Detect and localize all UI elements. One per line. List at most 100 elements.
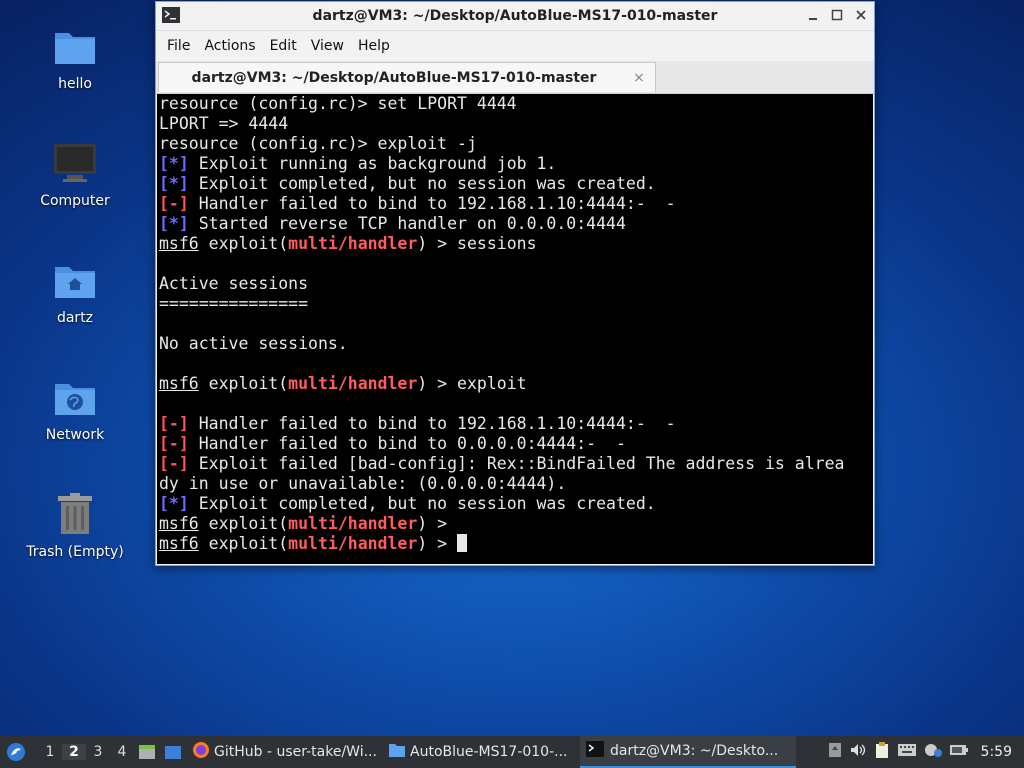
terminal-line: resource (config.rc)> exploit -j [159,134,871,154]
menu-view[interactable]: View [304,34,351,58]
minimize-button[interactable] [804,6,822,24]
battery-icon[interactable] [949,742,969,762]
terminal-line: [-] Handler failed to bind to 192.168.1.… [159,414,871,434]
clipboard-icon[interactable] [873,741,891,763]
error-tag: [-] [159,434,189,453]
line-text: resource (config.rc)> set LPORT 4444 [159,94,517,113]
line-text: LPORT => 4444 [159,114,289,133]
line-text: Started reverse TCP handler on 0.0.0.0:4… [188,214,626,233]
prompt-label: msf6 [159,374,199,393]
window-titlebar[interactable]: dartz@VM3: ~/Desktop/AutoBlue-MS17-010-m… [156,2,874,31]
tab-bar: dartz@VM3: ~/Desktop/AutoBlue-MS17-010-m… [156,61,874,94]
prompt-text: exploit( [198,514,289,533]
desktop-icon-trash[interactable]: Trash (Empty) [20,490,130,560]
terminal-line: dy in use or unavailable: (0.0.0.0:4444)… [159,474,871,494]
taskbar: 1 2 3 4 GitHub - user-take/Wi... AutoBlu… [0,736,1024,768]
workspace-1[interactable]: 1 [38,744,62,760]
folder-icon [51,22,99,70]
terminal-line: Active sessions [159,274,871,294]
terminal-window[interactable]: dartz@VM3: ~/Desktop/AutoBlue-MS17-010-m… [155,1,875,566]
text-cursor [457,534,468,552]
prompt-text: exploit( [198,234,289,253]
info-tag: [*] [159,214,189,233]
terminal-line: [*] Exploit running as background job 1. [159,154,871,174]
terminal-line: [*] Exploit completed, but no session wa… [159,494,871,514]
desktop-icon-label: hello [58,76,92,92]
module-name: multi/handler [288,514,418,533]
menu-edit[interactable]: Edit [263,34,304,58]
desktop-icon-dartz[interactable]: dartz [20,256,130,326]
info-tag: [*] [159,174,189,193]
close-button[interactable] [852,6,870,24]
desktop-icon-network[interactable]: Network [20,373,130,443]
desktop-icon-hello[interactable]: hello [20,22,130,92]
app-menu-button[interactable] [0,742,32,762]
line-text: Exploit running as background job 1. [188,154,557,173]
xfce-menu-icon [7,743,25,761]
task-file-manager[interactable]: AutoBlue-MS17-010-... [382,736,580,768]
terminal-line: msf6 exploit(multi/handler) > [159,514,871,534]
notification-icon[interactable] [827,742,843,762]
workspace-3[interactable]: 3 [86,744,110,760]
workspace-4[interactable]: 4 [110,744,134,760]
terminal-line: msf6 exploit(multi/handler) > exploit [159,374,871,394]
error-tag: [-] [159,194,189,213]
workspace-2[interactable]: 2 [62,744,86,760]
show-desktop-button[interactable] [134,744,160,760]
module-name: multi/handler [288,534,418,553]
network-folder-icon [51,373,99,421]
terminal-line: [*] Started reverse TCP handler on 0.0.0… [159,214,871,234]
line-text: Active sessions [159,274,309,293]
menu-help[interactable]: Help [351,34,397,58]
line-text: Exploit completed, but no session was cr… [188,494,656,513]
folder-icon [388,742,406,762]
line-text: Exploit failed [bad-config]: Rex::BindFa… [188,454,845,473]
window-list-button[interactable] [160,744,186,760]
network-status-icon[interactable] [923,742,943,762]
tab-terminal[interactable]: dartz@VM3: ~/Desktop/AutoBlue-MS17-010-m… [158,62,656,92]
terminal-line: =============== [159,294,871,314]
command-text: ) > exploit [417,374,527,393]
line-text: Handler failed to bind to 192.168.1.10:4… [188,414,676,433]
prompt-label: msf6 [159,514,199,533]
tab-label: dartz@VM3: ~/Desktop/AutoBlue-MS17-010-m… [191,69,597,86]
home-folder-icon [51,256,99,304]
minimize-icon [809,18,817,20]
task-label: GitHub - user-take/Wi... [214,744,377,760]
error-tag: [-] [159,454,189,473]
trash-icon [51,490,99,538]
terminal-icon [586,741,604,761]
task-github[interactable]: GitHub - user-take/Wi... [186,736,382,768]
window-icon [165,746,181,759]
task-terminal[interactable]: dartz@VM3: ~/Deskto... [580,736,796,768]
info-tag: [*] [159,154,189,173]
terminal-line: LPORT => 4444 [159,114,871,134]
menu-file[interactable]: File [160,34,197,58]
terminal-line: No active sessions. [159,334,871,354]
terminal-line: msf6 exploit(multi/handler) > [159,534,871,554]
terminal-output[interactable]: resource (config.rc)> set LPORT 4444 LPOR… [157,94,873,564]
computer-icon [51,139,99,187]
maximize-button[interactable] [828,6,846,24]
desktop-icon-label: dartz [56,310,94,326]
terminal-line: [-] Handler failed to bind to 192.168.1.… [159,194,871,214]
tab-close-button[interactable]: × [629,70,649,86]
keyboard-icon[interactable] [897,742,917,762]
command-text: ) > [417,534,458,553]
error-tag: [-] [159,414,189,433]
prompt-label: msf6 [159,234,199,253]
terminal-line: [-] Exploit failed [bad-config]: Rex::Bi… [159,454,871,474]
volume-icon[interactable] [849,742,867,762]
menu-actions[interactable]: Actions [197,34,262,58]
line-text: =============== [159,294,309,313]
clock[interactable]: 5:59 [975,744,1018,760]
prompt-text: exploit( [198,534,289,553]
prompt-label: msf6 [159,534,199,553]
desktop-icon-computer[interactable]: Computer [20,139,130,209]
module-name: multi/handler [288,374,418,393]
line-text: Handler failed to bind to 192.168.1.10:4… [188,194,676,213]
menubar: File Actions Edit View Help [156,31,874,61]
